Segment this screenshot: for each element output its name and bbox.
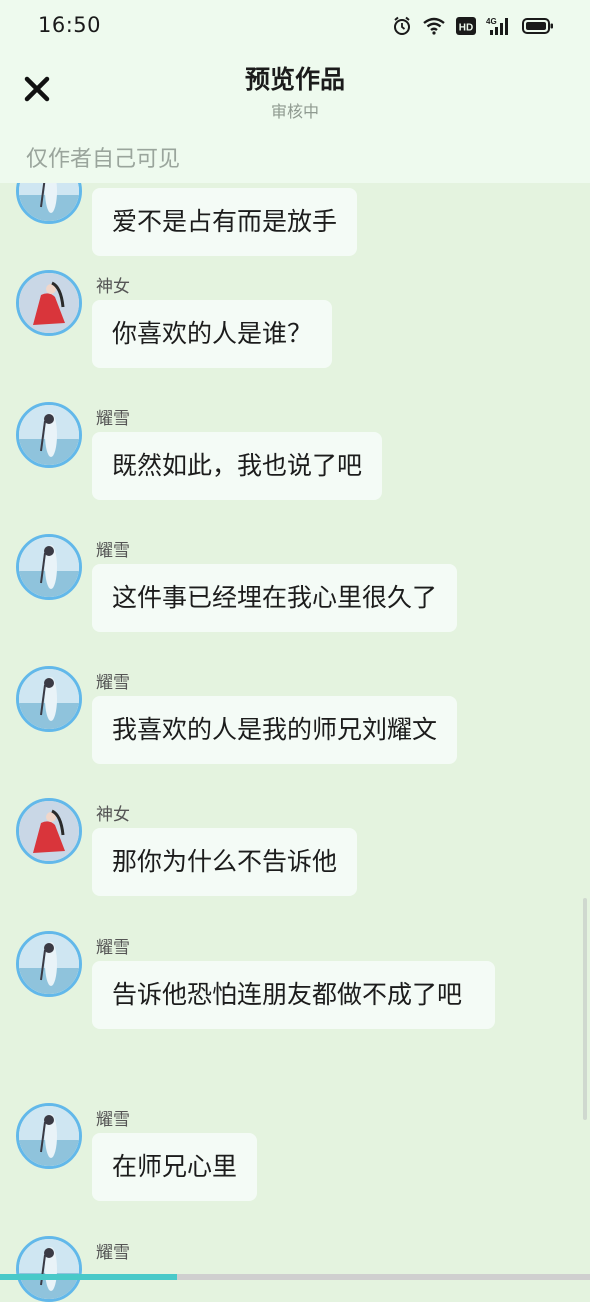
review-status: 审核中: [270, 102, 319, 121]
battery-icon: [522, 16, 554, 36]
message-bubble: 我喜欢的人是我的师兄刘耀文: [92, 696, 458, 764]
sender-name: 神女: [96, 805, 130, 825]
alarm-icon: [392, 16, 412, 36]
message-bubble: 那你为什么不告诉他: [92, 828, 358, 896]
sender-name: 耀雪: [96, 409, 130, 429]
message-bubble: 爱不是占有而是放手: [92, 188, 358, 256]
sender-name: 耀雪: [96, 673, 130, 693]
shennv-avatar[interactable]: [16, 798, 82, 864]
visibility-note: 仅作者自己可见: [26, 147, 181, 172]
svg-text:HD: HD: [459, 23, 473, 34]
yaoxue-avatar[interactable]: [16, 534, 82, 600]
message-bubble: 既然如此，我也说了吧: [92, 432, 383, 500]
status-time: 16:50: [38, 13, 102, 37]
scrollbar-thumb[interactable]: [583, 898, 587, 1120]
read-progress-bar: [0, 1274, 590, 1280]
sender-name: 耀雪: [96, 541, 130, 561]
sender-name: 神女: [96, 277, 130, 297]
message-bubble: 这件事已经埋在我心里很久了: [92, 564, 458, 632]
svg-text:4G: 4G: [486, 17, 497, 26]
sender-name: 耀雪: [96, 1243, 130, 1263]
message-bubble: 在师兄心里: [92, 1133, 258, 1201]
yaoxue-avatar[interactable]: [16, 402, 82, 468]
message-bubble: 你喜欢的人是谁？: [92, 300, 333, 368]
message-bubble: 告诉他恐怕连朋友都做不成了吧: [92, 961, 495, 1029]
sender-name: 耀雪: [96, 1110, 130, 1130]
shennv-avatar[interactable]: [16, 270, 82, 336]
chat-list[interactable]: 爱不是占有而是放手 神女 你喜欢的人是谁？ 耀雪 既然如此，我也说了吧 耀雪 这…: [0, 0, 590, 1302]
sender-name: 耀雪: [96, 938, 130, 958]
yaoxue-avatar[interactable]: [16, 666, 82, 732]
signal-4g-icon: 4G: [486, 16, 512, 36]
top-bar: 16:50 HD 4G 预览作品 审核中 仅作者自己可见: [0, 0, 590, 183]
yaoxue-avatar[interactable]: [16, 1236, 82, 1302]
wifi-icon: [422, 16, 446, 36]
yaoxue-avatar[interactable]: [16, 931, 82, 997]
status-icons: HD 4G: [392, 14, 554, 38]
read-progress-fill: [0, 1274, 177, 1280]
yaoxue-avatar[interactable]: [16, 1103, 82, 1169]
hd-icon: HD: [456, 16, 476, 36]
page-title: 预览作品: [244, 65, 345, 94]
